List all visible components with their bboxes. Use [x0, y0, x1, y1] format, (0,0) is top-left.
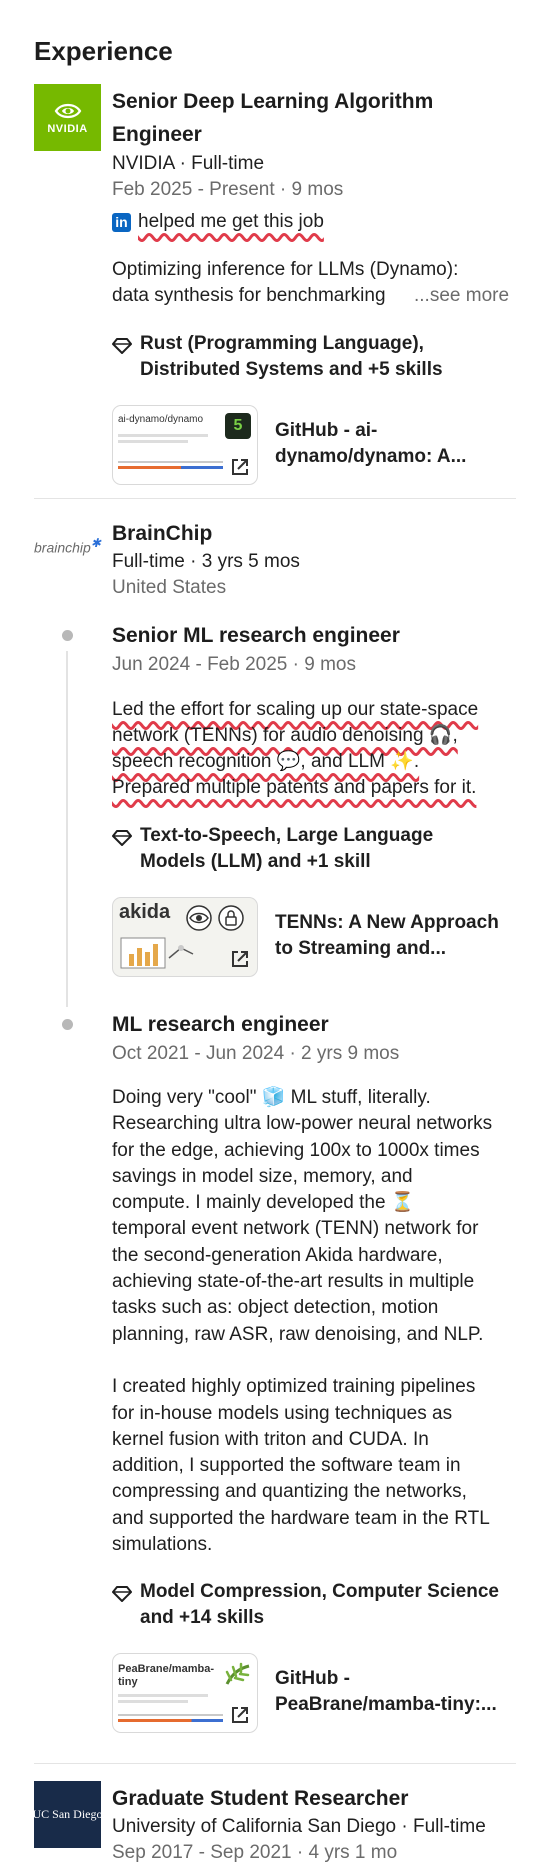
experience-card: Experience NVIDIA Senior Deep Learning A…: [0, 0, 540, 1863]
role-description-line: simulations.: [112, 1534, 213, 1556]
nvidia-logo[interactable]: NVIDIA: [34, 84, 101, 151]
media-title-line2[interactable]: dynamo/dynamo: A...: [275, 444, 466, 470]
role-description-line: Researching ultra low-power neural netwo…: [112, 1113, 493, 1135]
role-description-line: for the edge, achieving 100x to 1000x ti…: [112, 1139, 480, 1161]
eye-icon: [186, 905, 244, 931]
role-description-line: tasks such as: object detection, motion: [112, 1297, 439, 1319]
company-location: United States: [112, 577, 227, 598]
role-description-line: temporal event network (TENN) network fo…: [112, 1218, 479, 1240]
role-dates: Oct 2021 - Jun 2024 · 2 yrs 9 mos: [112, 1043, 400, 1064]
role-description-line: Led the effort for scaling up our state-…: [112, 699, 479, 720]
entry-divider: [34, 1763, 516, 1764]
media-thumbnail[interactable]: akida: [112, 897, 258, 977]
role-description-line: speech recognition 💬, and LLM ✨.: [112, 751, 420, 772]
external-link-icon: [232, 1707, 248, 1723]
media-thumbnail[interactable]: ai-dynamo/dynamo 5: [112, 405, 258, 485]
thumb-title: PeaBrane/mamba-tiny: [118, 1663, 214, 1688]
section-title: Experience: [34, 36, 173, 66]
linkedin-icon: in: [112, 212, 131, 232]
media-title-line1[interactable]: GitHub - ai-: [275, 418, 377, 444]
thumb-title: ai-dynamo/dynamo: [118, 414, 204, 425]
job-description-line2: data synthesis for benchmarking: [112, 285, 386, 306]
company-employment: NVIDIA · Full-time: [112, 153, 265, 174]
nvidia-logo-text: NVIDIA: [47, 122, 88, 135]
chart-illustration-icon: [120, 937, 194, 969]
timeline-line: [66, 651, 68, 1007]
role-description-spacer: [112, 1348, 522, 1374]
role-description-line: Doing very "cool" 🧊 ML stuff, literally.: [112, 1087, 431, 1108]
nvidia-eye-icon: [54, 103, 81, 118]
skills-line2[interactable]: and +14 skills: [140, 1605, 264, 1631]
role-description-line: kernel fusion with triton and CUDA. In: [112, 1428, 429, 1450]
role-description-line: the second-generation Akida hardware,: [112, 1244, 443, 1266]
skills-line2[interactable]: Distributed Systems and +5 skills: [140, 357, 443, 383]
diamond-skills-icon: [112, 1586, 132, 1602]
role-description-line: for in-house models using techniques as: [112, 1402, 453, 1424]
see-more-link[interactable]: ...see more: [414, 283, 509, 309]
timeline-dot: [62, 1019, 73, 1030]
plant-avatar-icon: [225, 1662, 250, 1685]
skills-line1[interactable]: Text-to-Speech, Large Language: [140, 823, 433, 849]
job-dates: Sep 2017 - Sep 2021 · 4 yrs 1 mo: [112, 1842, 398, 1863]
media-title-line2[interactable]: PeaBrane/mamba-tiny:...: [275, 1692, 497, 1718]
thumb-title: akida: [119, 901, 171, 923]
media-thumbnail[interactable]: PeaBrane/mamba-tiny: [112, 1653, 258, 1733]
job-description-line1: Optimizing inference for LLMs (Dynamo):: [112, 259, 459, 280]
brainchip-logo-text: brainchip: [34, 539, 91, 556]
external-link-icon: [232, 459, 248, 475]
role-description-line: addition, I supported the software team …: [112, 1455, 461, 1477]
job-title-line1[interactable]: Senior Deep Learning Algorithm: [112, 86, 433, 117]
role-description-line: compute. I mainly developed the ⏳: [112, 1192, 415, 1214]
role-dates: Jun 2024 - Feb 2025 · 9 mos: [112, 654, 356, 675]
role-description: Doing very "cool" 🧊 ML stuff, literally.…: [112, 1085, 522, 1558]
ucsd-logo[interactable]: UC San Diego: [32, 1781, 103, 1848]
skills-line1[interactable]: Model Compression, Computer Science: [140, 1579, 499, 1605]
entry-divider: [34, 498, 516, 499]
helped-get-job-badge: in helped me get this job: [112, 209, 324, 235]
skills-line1[interactable]: Rust (Programming Language),: [140, 331, 424, 357]
brainchip-logo[interactable]: brainchip✱: [34, 536, 101, 556]
job-title[interactable]: Graduate Student Researcher: [112, 1783, 408, 1814]
badge-text: helped me get this job: [138, 211, 324, 232]
ucsd-logo-text: UC San Diego: [32, 1807, 103, 1821]
company-type-duration: Full-time · 3 yrs 5 mos: [112, 551, 300, 572]
media-title-line1[interactable]: TENNs: A New Approach: [275, 910, 499, 936]
role-description-line: Prepared multiple patents and papers for…: [112, 777, 477, 798]
role-description-line: network (TENNs) for audio denoising 🎧,: [112, 725, 458, 746]
diamond-skills-icon: [112, 830, 132, 846]
role-description-line: achieving state-of-the-art results in mu…: [112, 1271, 475, 1293]
timeline-dot: [62, 630, 73, 641]
repo-avatar-icon: 5: [225, 413, 251, 439]
role-title[interactable]: ML research engineer: [112, 1009, 329, 1040]
role-title[interactable]: Senior ML research engineer: [112, 620, 400, 651]
role-description-line: savings in model size, memory, and: [112, 1165, 413, 1187]
role-description-line: compressing and quantizing the networks,: [112, 1481, 467, 1503]
media-title-line1[interactable]: GitHub -: [275, 1666, 350, 1692]
diamond-skills-icon: [112, 338, 132, 354]
job-dates: Feb 2025 - Present · 9 mos: [112, 179, 344, 200]
role-description-line: I created highly optimized training pipe…: [112, 1376, 476, 1398]
skills-line2[interactable]: Models (LLM) and +1 skill: [140, 849, 371, 875]
media-title-line2[interactable]: to Streaming and...: [275, 936, 446, 962]
role-description-line: planning, raw ASR, raw denoising, and NL…: [112, 1323, 484, 1345]
job-title-line2[interactable]: Engineer: [112, 119, 202, 150]
company-employment: University of California San Diego · Ful…: [112, 1816, 486, 1837]
external-link-icon: [232, 951, 248, 967]
role-description-line: and supported the hardware team in the R…: [112, 1507, 490, 1529]
company-name[interactable]: BrainChip: [112, 518, 212, 549]
